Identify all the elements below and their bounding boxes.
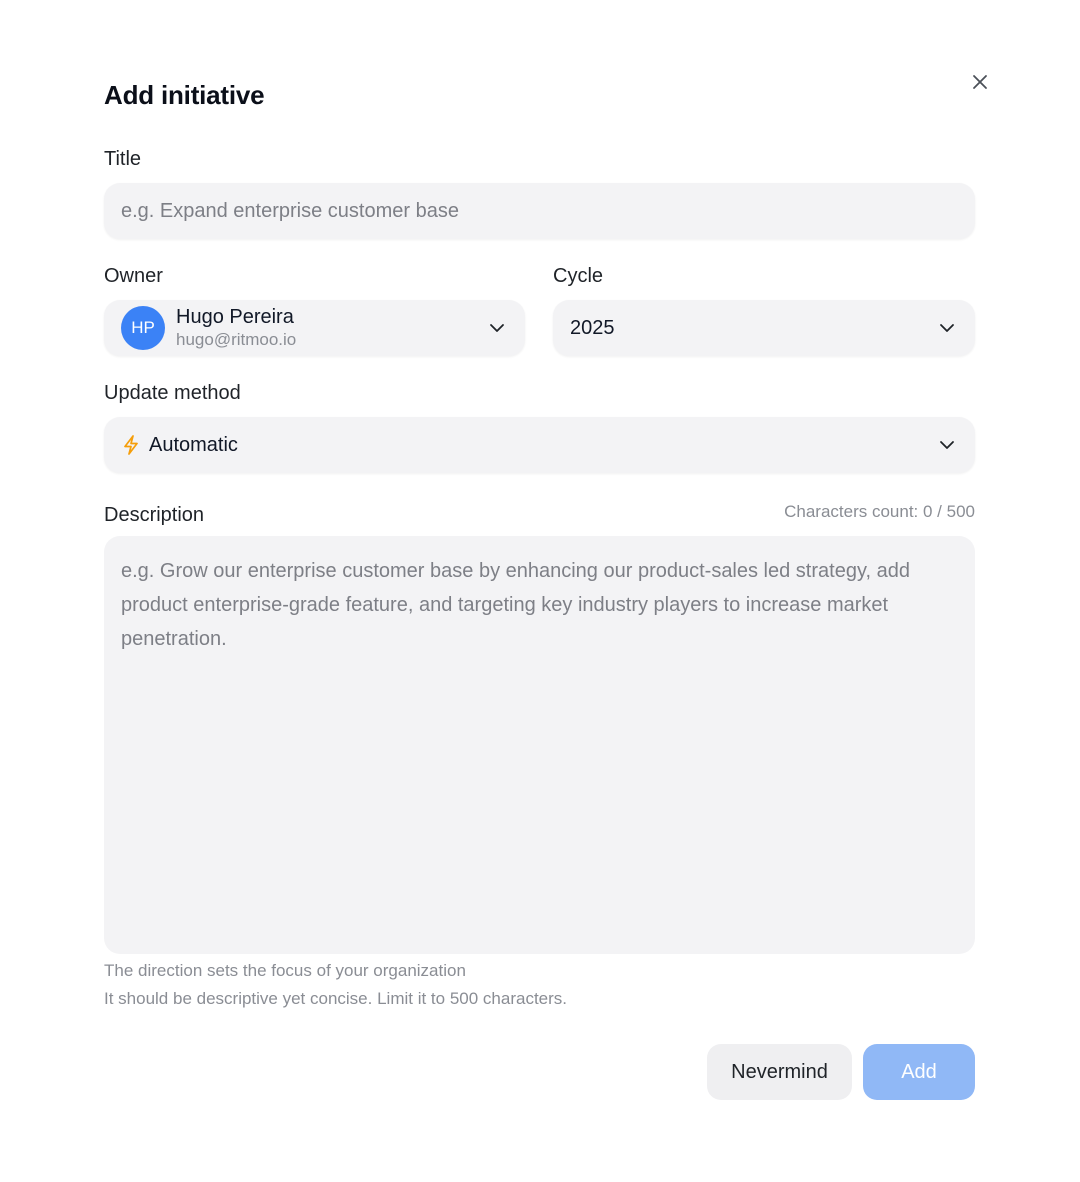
owner-label: Owner: [104, 265, 163, 287]
add-button[interactable]: Add: [863, 1044, 975, 1100]
description-textarea[interactable]: e.g. Grow our enterprise customer base b…: [104, 536, 975, 954]
lightning-bolt-icon: [124, 435, 138, 455]
add-initiative-dialog: Add initiative Title e.g. Expand enterpr…: [0, 0, 1080, 1182]
description-placeholder: e.g. Grow our enterprise customer base b…: [121, 560, 910, 650]
cycle-value: 2025: [570, 316, 615, 339]
avatar: HP: [121, 306, 165, 350]
owner-email: hugo@ritmoo.io: [176, 330, 297, 349]
dialog-title: Add initiative: [104, 80, 265, 110]
chevron-down-icon: [940, 324, 954, 332]
cycle-select[interactable]: 2025: [553, 300, 975, 356]
update-method-select[interactable]: Automatic: [104, 417, 975, 473]
update-method-label: Update method: [104, 382, 241, 404]
description-label: Description: [104, 504, 205, 526]
nevermind-button[interactable]: Nevermind: [707, 1044, 852, 1100]
cycle-label: Cycle: [553, 265, 604, 287]
character-count: Characters count: 0 / 500: [784, 502, 975, 521]
update-method-value: Automatic: [149, 433, 238, 456]
title-input[interactable]: e.g. Expand enterprise customer base: [104, 183, 975, 239]
owner-select[interactable]: HP Hugo Pereira hugo@ritmoo.io: [104, 300, 525, 356]
title-placeholder: e.g. Expand enterprise customer base: [121, 199, 459, 222]
chevron-down-icon: [940, 441, 954, 449]
chevron-down-icon: [490, 324, 504, 332]
description-hint-1: The direction sets the focus of your org…: [104, 961, 466, 980]
close-button[interactable]: [966, 68, 994, 96]
description-hint-2: It should be descriptive yet concise. Li…: [104, 989, 568, 1008]
owner-name: Hugo Pereira: [176, 306, 294, 328]
close-icon: [973, 75, 987, 89]
title-label: Title: [104, 148, 142, 170]
